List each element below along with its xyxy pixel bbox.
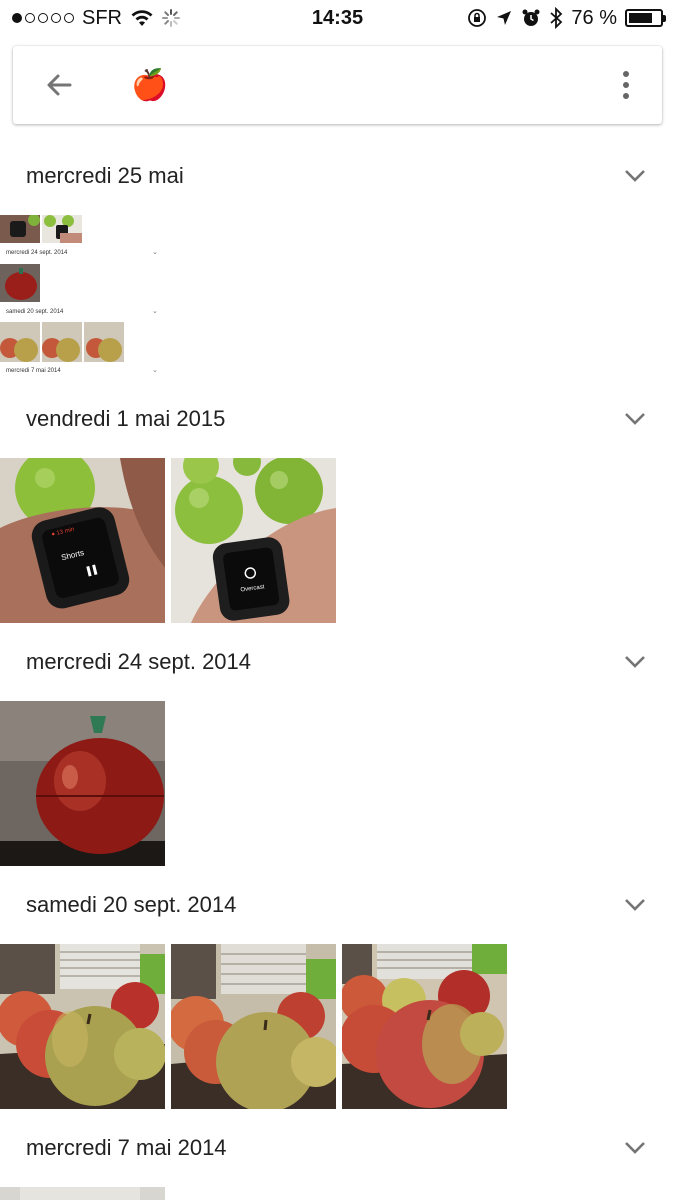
photo-thumbnail[interactable] bbox=[0, 944, 165, 1109]
chevron-down-icon bbox=[625, 656, 645, 668]
signal-strength-icon bbox=[12, 13, 74, 23]
carrier-name: SFR bbox=[82, 6, 122, 29]
mini-chevron-icon: ⌄ bbox=[152, 308, 158, 315]
back-button[interactable] bbox=[27, 53, 91, 117]
section-header: vendredi 1 mai 2015 bbox=[0, 391, 675, 447]
photo-thumbnail[interactable] bbox=[42, 322, 82, 362]
mini-chevron-icon: ⌄ bbox=[152, 367, 158, 374]
photo-thumbnail[interactable]: Overcast bbox=[171, 458, 336, 623]
expand-button[interactable] bbox=[621, 162, 649, 190]
status-bar-left: SFR bbox=[12, 7, 180, 30]
alarm-icon bbox=[522, 9, 540, 26]
photo-thumbnail[interactable]: Shorts ● 13 min bbox=[0, 458, 165, 623]
photo-thumbnail[interactable] bbox=[171, 944, 336, 1109]
battery-icon bbox=[625, 9, 666, 27]
mini-section-label: samedi 20 sept. 2014 bbox=[6, 309, 64, 315]
wifi-icon bbox=[131, 10, 153, 26]
expand-button[interactable] bbox=[621, 405, 649, 433]
expand-button[interactable] bbox=[621, 648, 649, 676]
back-arrow-icon bbox=[47, 74, 72, 96]
section-date: samedi 20 sept. 2014 bbox=[26, 892, 237, 917]
chevron-down-icon bbox=[625, 899, 645, 911]
photo-thumbnail[interactable] bbox=[0, 322, 40, 362]
chevron-down-icon bbox=[625, 170, 645, 182]
search-bar: 🍎 bbox=[13, 46, 662, 124]
mini-chevron-icon: ⌄ bbox=[152, 249, 158, 256]
photo-thumbnail[interactable] bbox=[0, 264, 40, 302]
section-date: vendredi 1 mai 2015 bbox=[26, 406, 226, 431]
section-date: mercredi 25 mai bbox=[26, 163, 184, 188]
mini-section-label: mercredi 7 mai 2014 bbox=[6, 368, 61, 374]
section-header: samedi 20 sept. 2014 bbox=[0, 877, 675, 933]
photo-thumbnail[interactable] bbox=[42, 215, 82, 243]
status-bar-right: 76 % bbox=[467, 6, 666, 30]
photo-thumbnail[interactable] bbox=[0, 215, 40, 243]
section-header: mercredi 24 sept. 2014 bbox=[0, 634, 675, 690]
battery-level-fill bbox=[629, 13, 652, 23]
expand-button[interactable] bbox=[621, 1134, 649, 1162]
status-bar: SFR 14:35 76 % bbox=[0, 0, 675, 36]
battery-percent: 76 % bbox=[571, 6, 617, 29]
photo-thumbnail[interactable] bbox=[84, 322, 124, 362]
search-query[interactable]: 🍎 bbox=[131, 68, 606, 103]
bluetooth-icon bbox=[550, 7, 563, 29]
location-arrow-icon bbox=[497, 11, 512, 25]
mini-section-label: mercredi 24 sept. 2014 bbox=[6, 250, 68, 256]
section-header: mercredi 7 mai 2014 bbox=[0, 1120, 675, 1176]
photo-thumbnail[interactable] bbox=[0, 701, 165, 866]
section-date: mercredi 7 mai 2014 bbox=[26, 1135, 227, 1160]
photo-thumbnail[interactable] bbox=[0, 1187, 165, 1200]
section-date: mercredi 24 sept. 2014 bbox=[26, 649, 252, 674]
more-vert-icon bbox=[623, 71, 629, 77]
photo-thumbnail[interactable] bbox=[342, 944, 507, 1109]
chevron-down-icon bbox=[625, 413, 645, 425]
activity-spinner-icon bbox=[162, 9, 180, 27]
more-options-button[interactable] bbox=[606, 53, 646, 117]
rotation-lock-icon bbox=[468, 9, 487, 27]
section-header: mercredi 25 mai bbox=[0, 148, 675, 204]
expand-button[interactable] bbox=[621, 891, 649, 919]
chevron-down-icon bbox=[625, 1142, 645, 1154]
